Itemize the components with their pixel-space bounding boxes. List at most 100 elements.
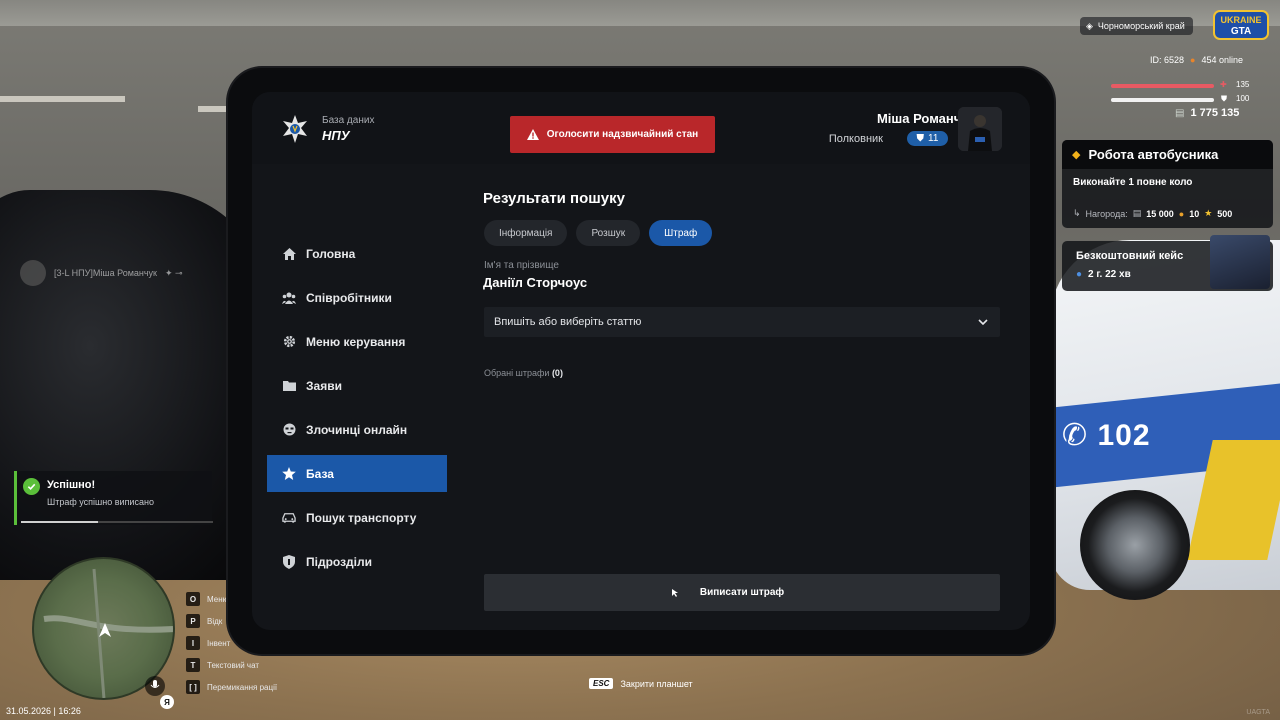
sidebar-item-label: Головна (306, 246, 356, 261)
article-select[interactable]: Впишіть або виберіть статтю (484, 307, 1000, 337)
emergency-label: Оголосити надзвичайний стан (546, 129, 699, 140)
page-title: Результати пошуку (483, 190, 625, 207)
sidebar-item-database[interactable]: База (267, 455, 447, 492)
success-toast: Успішно! Штраф успішно виписано (14, 471, 213, 525)
result-tabs: Інформація Розшук Штраф (484, 220, 713, 246)
svg-text:UKRAINE: UKRAINE (1220, 15, 1261, 25)
online-count: 454 online (1201, 55, 1244, 65)
sidebar-item-units[interactable]: Підрозділи (267, 543, 447, 580)
toast-title: Успішно! (47, 479, 96, 491)
reward-cash-icon: ▤ (1132, 208, 1142, 218)
sidebar-item-employees[interactable]: Співробітники (267, 279, 447, 316)
emergency-button[interactable]: Оголосити надзвичайний стан (510, 116, 715, 153)
region-badge: ◈ Чорноморський край (1080, 17, 1193, 35)
heart-icon: ✚ (1220, 80, 1227, 89)
user-rank: Полковник (828, 133, 883, 145)
sidebar-item-control-menu[interactable]: Меню керування (267, 323, 447, 360)
db-caption: База даних (322, 115, 375, 126)
warning-icon (526, 129, 539, 140)
db-name: НПУ (322, 128, 350, 143)
avatar-image (958, 107, 1002, 151)
keybind-label: Відк (207, 616, 223, 626)
reward-coins: 10 (1189, 208, 1200, 219)
star-icon (282, 467, 296, 481)
timer-icon: ● (1076, 269, 1083, 280)
users-icon (282, 291, 296, 305)
sidebar-item-requests[interactable]: Заяви (267, 367, 447, 404)
check-icon (23, 478, 40, 495)
keybind-row: [ ] Перемикання рації (186, 676, 277, 698)
toast-progress (21, 521, 213, 523)
key-cap: O (186, 592, 200, 606)
issue-fine-button[interactable]: Виписати штраф (484, 574, 1000, 611)
armor-icon: ⛊ (1221, 94, 1227, 103)
police-number: ✆ 102 (1062, 418, 1151, 453)
police-tablet: База даних НПУ Оголосити надзвичайний ст… (228, 68, 1054, 654)
tablet-header: База даних НПУ Оголосити надзвичайний ст… (252, 92, 1030, 164)
money-display: ▤ 1 775 135 (1175, 107, 1239, 119)
tab-wanted[interactable]: Розшук (576, 220, 641, 246)
armor-value: 100 (1236, 94, 1250, 103)
tab-information[interactable]: Інформація (484, 220, 568, 246)
close-tablet-label: Закрити планшет (620, 678, 693, 689)
tablet-screen: База даних НПУ Оголосити надзвичайний ст… (252, 92, 1030, 630)
esc-key: ESC (589, 678, 614, 689)
selected-fines-count: (0) (551, 368, 563, 378)
region-icon: ◈ (1086, 20, 1093, 31)
rank-badge: ⛊ 11 (907, 131, 948, 146)
sidebar-item-label: Заяви (306, 378, 342, 393)
home-icon (282, 247, 296, 261)
gear-icon (282, 335, 296, 349)
sidebar-item-criminals-online[interactable]: Злочинці онлайн (267, 411, 447, 448)
reward-money: 15 000 (1146, 208, 1174, 219)
keybind-row: T Текстовий чат (186, 654, 277, 676)
money-value: 1 775 135 (1190, 107, 1240, 119)
language-indicator: Я (160, 695, 174, 709)
player-id: ID: 6528 (1150, 55, 1185, 65)
free-case-panel[interactable]: Безкоштовний кейс ● 2 г. 22 хв (1062, 235, 1273, 291)
issue-fine-label: Виписати штраф (699, 587, 785, 598)
reward-label: Нагорода: (1085, 208, 1128, 219)
toast-text: Штраф успішно виписано (47, 497, 154, 507)
folder-icon (282, 379, 296, 393)
online-dot-icon: ● (1190, 55, 1196, 65)
phone-icon: ✆ (1062, 419, 1089, 452)
sidebar-item-label: Злочинці онлайн (306, 422, 408, 437)
close-tablet-hint: ESC Закрити планшет (589, 678, 693, 689)
citizen-name: Даніїл Сторчоус (483, 275, 588, 290)
free-case-time: 2 г. 22 хв (1088, 269, 1131, 280)
police-badge-icon (283, 115, 307, 143)
svg-text:GTA: GTA (1231, 26, 1251, 37)
quest-reward: ↳ Нагорода: ▤ 15 000 ● 10 ★ 500 (1073, 208, 1232, 219)
police-number-text: 102 (1097, 419, 1151, 452)
quest-title: Робота автобусника (1088, 147, 1219, 162)
reward-star-icon: ★ (1204, 208, 1213, 218)
name-label: Ім'я та прізвище (484, 260, 559, 271)
date-time: 31.05.2026 | 16:26 (6, 706, 81, 716)
rank-level: 11 (928, 133, 939, 144)
avatar[interactable] (958, 107, 1002, 151)
nametag-text: [3-L НПУ]Міша Романчук (54, 268, 157, 278)
key-cap: T (186, 658, 200, 672)
reward-stars: 500 (1217, 208, 1233, 219)
keybind-label: Текстовий чат (207, 660, 260, 670)
sidebar-item-label: Підрозділи (306, 554, 372, 569)
armor-bar (1111, 98, 1214, 102)
selected-fines-label: Обрані штрафи (484, 368, 550, 378)
key-cap: [ ] (186, 680, 200, 694)
selected-fines: Обрані штрафи (0) (484, 368, 563, 378)
police-car-wheel (1080, 490, 1190, 600)
tab-fine[interactable]: Штраф (649, 220, 713, 246)
sidebar-item-vehicle-search[interactable]: Пошук транспорту (267, 499, 447, 536)
keybind-label: Перемикання рації (207, 682, 278, 692)
rank-shield-icon: ⛊ (916, 133, 925, 144)
quest-task: Виконайте 1 повне коло (1073, 177, 1193, 188)
reward-arrow-icon: ↳ (1073, 208, 1081, 218)
quest-diamond-icon: ◆ (1072, 149, 1081, 161)
quest-panel: ◆ Робота автобусника Виконайте 1 повне к… (1062, 140, 1273, 228)
keybind-label: Меню (207, 594, 229, 604)
car-icon (282, 511, 296, 525)
sidebar-item-home[interactable]: Головна (267, 235, 447, 272)
shield-icon (282, 554, 296, 569)
watermark: UAGTA (1246, 709, 1270, 716)
